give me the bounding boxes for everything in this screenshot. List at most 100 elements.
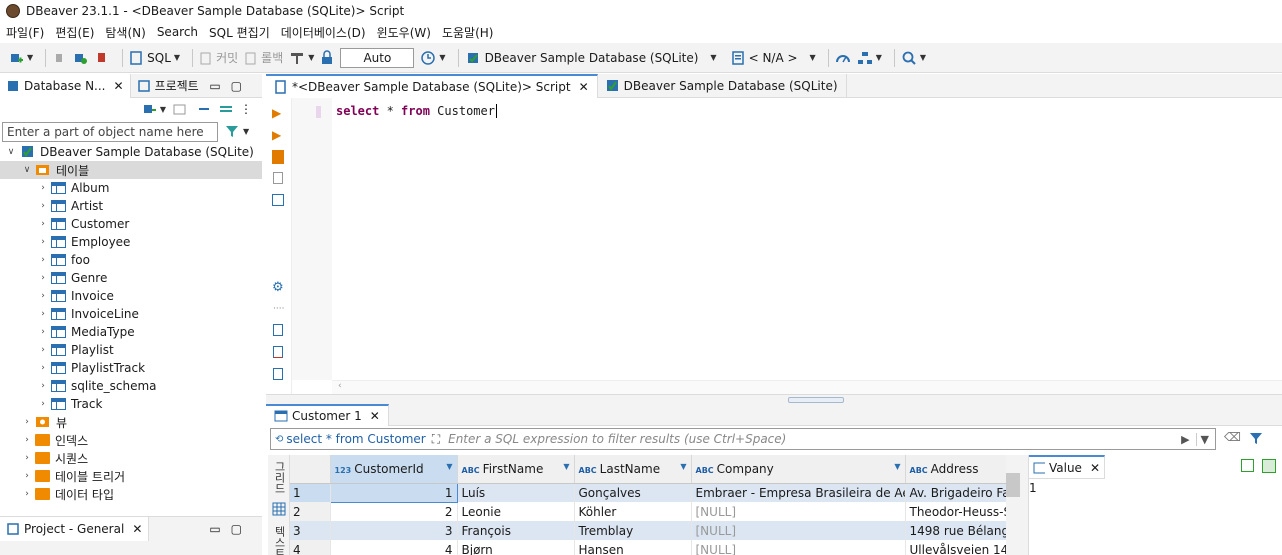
transaction-mode-button[interactable]: ▼ <box>289 50 314 66</box>
cell-address[interactable]: 1498 rue Bélanger <box>905 521 1006 540</box>
row-number[interactable]: 4 <box>290 540 331 555</box>
chevron-right-icon[interactable]: › <box>22 489 32 499</box>
tab-value-viewer[interactable]: Value ✕ <box>1029 455 1105 479</box>
chevron-down-icon[interactable]: ∨ <box>6 147 16 157</box>
chevron-right-icon[interactable]: › <box>38 183 48 193</box>
disconnect-all-button[interactable] <box>94 50 110 66</box>
tree-table-artist[interactable]: › Artist <box>0 197 262 215</box>
import-icon[interactable] <box>273 346 283 358</box>
tab-grid-view[interactable]: 그리드 <box>268 455 290 500</box>
editor-horizontal-scrollbar[interactable]: ‹ <box>332 380 1282 394</box>
tree-connection[interactable]: ∨ DBeaver Sample Database (SQLite) <box>0 143 262 161</box>
tree-table-mediatype[interactable]: › MediaType <box>0 323 262 341</box>
chevron-down-icon[interactable]: ▼ <box>710 53 716 62</box>
menu-sql-editor[interactable]: SQL 편집기 <box>209 24 270 41</box>
menu-edit[interactable]: 편집(E) <box>55 24 94 41</box>
disconnect-button[interactable] <box>52 50 66 66</box>
cell-customerid[interactable]: 3 <box>330 521 458 540</box>
tab-results-customer[interactable]: Customer 1 ✕ <box>266 404 389 426</box>
tree-table-foo[interactable]: › foo <box>0 251 262 269</box>
commit-button[interactable]: 커밋 <box>199 49 238 66</box>
active-datasource-selector[interactable]: DBeaver Sample Database (SQLite) ▼ <box>465 50 717 66</box>
chevron-down-icon[interactable]: ▼ <box>920 53 926 62</box>
cell-lastname[interactable]: Köhler <box>574 502 692 521</box>
menu-file[interactable]: 파일(F) <box>6 24 44 41</box>
chevron-right-icon[interactable]: › <box>38 309 48 319</box>
scrollbar-thumb[interactable] <box>1006 473 1020 497</box>
sql-editor-button[interactable]: SQL ▼ <box>129 50 180 66</box>
menu-navigate[interactable]: 탐색(N) <box>105 24 145 41</box>
transaction-mode-field[interactable]: Auto <box>340 47 415 68</box>
results-filter-bar[interactable]: ⟲ select * from Customer ⛶ Enter a SQL e… <box>270 428 1216 450</box>
erd-button[interactable]: ▼ <box>857 50 882 66</box>
cell-customerid[interactable]: 1 <box>329 482 458 503</box>
cell-address[interactable]: Ullevålsveien 14 <box>905 540 1006 555</box>
close-icon[interactable]: ✕ <box>370 409 380 423</box>
menu-database[interactable]: 데이터베이스(D) <box>281 24 366 41</box>
cell-lastname[interactable]: Gonçalves <box>574 483 692 502</box>
tree-table-invoice[interactable]: › Invoice <box>0 287 262 305</box>
chevron-right-icon[interactable]: › <box>38 255 48 265</box>
cell-customerid[interactable]: 2 <box>330 502 458 521</box>
row-number[interactable]: 1 <box>290 483 331 502</box>
rollback-button[interactable]: 롤백 <box>244 49 283 66</box>
tree-table-genre[interactable]: › Genre <box>0 269 262 287</box>
chevron-down-icon[interactable]: ∨ <box>22 165 32 175</box>
sort-icon[interactable]: ▼ <box>446 462 452 471</box>
close-icon[interactable]: ✕ <box>579 80 589 94</box>
close-icon[interactable]: ✕ <box>114 79 124 93</box>
column-header-lastname[interactable]: ABC LastName ▼ <box>574 455 692 484</box>
cell-firstname[interactable]: François <box>457 521 575 540</box>
cell-customerid[interactable]: 4 <box>330 540 458 555</box>
execute-new-tab-icon[interactable] <box>272 150 284 164</box>
cell-company[interactable]: [NULL] <box>691 540 906 555</box>
cell-company[interactable]: [NULL] <box>691 502 906 521</box>
chevron-down-icon[interactable]: ▼ <box>243 127 249 136</box>
tree-table-invoiceline[interactable]: › InvoiceLine <box>0 305 262 323</box>
collapse-all-icon[interactable] <box>196 101 212 117</box>
filter-icon[interactable] <box>224 123 240 139</box>
tree-table-sqlite_schema[interactable]: › sqlite_schema <box>0 377 262 395</box>
active-schema-selector[interactable]: < N/A > ▼ <box>731 50 816 66</box>
new-connection-button[interactable]: ▼ <box>8 50 33 66</box>
cell-lastname[interactable]: Hansen <box>574 540 692 555</box>
tab-sql-script[interactable]: *<DBeaver Sample Database (SQLite)> Scri… <box>266 74 598 98</box>
cell-address[interactable]: Av. Brigadeiro Faria Lima <box>905 483 1006 502</box>
tree-table-employee[interactable]: › Employee <box>0 233 262 251</box>
chevron-right-icon[interactable]: › <box>22 435 32 445</box>
chevron-down-icon[interactable]: ▼ <box>810 53 816 62</box>
auto-apply-icon[interactable] <box>1262 459 1276 473</box>
grid-icon[interactable] <box>272 502 286 516</box>
tree-datatypes-folder[interactable]: › 데이터 타입 <box>0 485 262 503</box>
chevron-right-icon[interactable]: › <box>22 471 32 481</box>
sort-icon[interactable]: ▼ <box>894 462 900 471</box>
chevron-right-icon[interactable]: › <box>38 219 48 229</box>
export-icon[interactable] <box>273 324 283 336</box>
format-icon[interactable] <box>273 368 283 380</box>
tree-indexes-folder[interactable]: › 인덱스 <box>0 431 262 449</box>
minimize-maximize-icon[interactable]: ▭▢ <box>209 522 252 536</box>
more-icon[interactable]: ···· <box>273 304 284 314</box>
sql-editor[interactable]: select * from Customer​ <box>332 98 1282 380</box>
filter-icon[interactable] <box>1249 430 1263 446</box>
link-with-editor-icon[interactable] <box>218 101 234 117</box>
cell-address[interactable]: Theodor-Heuss-Straße <box>905 502 1006 521</box>
chevron-right-icon[interactable]: › <box>22 417 32 427</box>
chevron-right-icon[interactable]: › <box>22 453 32 463</box>
history-button[interactable]: ▼ <box>420 50 446 66</box>
new-connection-icon[interactable] <box>141 101 157 117</box>
apply-filter-icon[interactable]: ▶ <box>1181 433 1189 446</box>
table-row[interactable]: 4 4 Bjørn Hansen [NULL] Ullevålsveien 14 <box>290 540 1006 555</box>
close-icon[interactable]: ✕ <box>1090 461 1100 475</box>
chevron-right-icon[interactable]: › <box>38 345 48 355</box>
chevron-down-icon[interactable]: ▼ <box>174 53 180 62</box>
column-header-company[interactable]: ABC Company ▼ <box>691 455 906 484</box>
tree-table-album[interactable]: › Album <box>0 179 262 197</box>
tree-table-playlisttrack[interactable]: › PlaylistTrack <box>0 359 262 377</box>
value-content[interactable]: 1 <box>1029 479 1282 495</box>
sort-icon[interactable]: ▼ <box>680 462 686 471</box>
chevron-down-icon[interactable]: ▼ <box>308 53 314 62</box>
chevron-right-icon[interactable]: › <box>38 291 48 301</box>
chevron-right-icon[interactable]: › <box>38 201 48 211</box>
cell-company[interactable]: Embraer - Empresa Brasileira de Aeronáut… <box>691 483 906 502</box>
